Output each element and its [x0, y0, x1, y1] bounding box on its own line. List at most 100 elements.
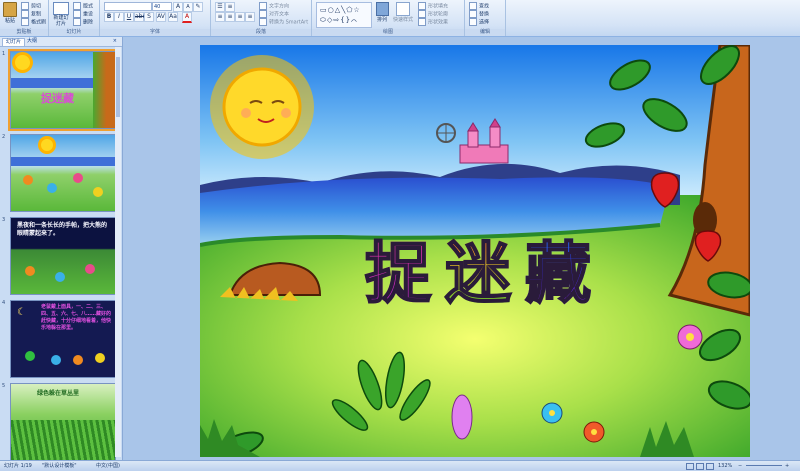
shapes-gallery[interactable]: ▭○△╲⬠☆ ⬭◇⇨{}⌒ — [316, 2, 372, 28]
grow-font-button[interactable]: A — [173, 2, 183, 12]
title-char-3: 藏 — [524, 220, 592, 316]
title-char-2: 迷 — [444, 220, 512, 316]
slide-canvas[interactable]: 捉 迷 藏 — [200, 45, 750, 457]
font-size-combo[interactable]: 40 — [152, 2, 172, 11]
align-center-button[interactable]: ≡ — [225, 12, 235, 22]
shape-outline-label: 形状轮廓 — [428, 11, 449, 18]
editing-group: 查找 替换 选择 编辑 — [465, 0, 506, 36]
animal-icon — [55, 272, 65, 282]
slide-thumbnail-3[interactable]: 黑夜和一条长长的手帕，把大熊的眼睛蒙起来了。 — [10, 217, 116, 295]
slide-thumbnail-1[interactable]: 捉迷藏 — [8, 49, 118, 131]
thumb-text: 绿色躲在草丛里 — [37, 390, 80, 397]
align-text-button[interactable]: 对齐文本 — [259, 10, 289, 18]
cut-label: 剪切 — [31, 3, 42, 10]
thumb-text: 老鼠戴上面具，一、二、三、四、五、六、七、八……藏好的赶快藏，十分仔细地看着，他… — [41, 304, 112, 331]
paste-button[interactable]: 粘贴 — [2, 2, 18, 28]
view-sorter-icon[interactable] — [696, 463, 704, 470]
sun-icon — [41, 139, 53, 151]
align-text-icon — [259, 10, 267, 18]
animal-icon — [85, 264, 95, 274]
font-color-button[interactable]: A — [182, 12, 192, 23]
thumb-text: 黑夜和一条长长的手帕，把大熊的眼睛蒙起来了。 — [17, 222, 108, 237]
delete-button[interactable]: 删除 — [73, 18, 93, 26]
cursor-icon — [469, 18, 477, 26]
shape-fill-button[interactable]: 形状填充 — [418, 2, 448, 10]
arrange-label: 排列 — [376, 17, 387, 23]
select-button[interactable]: 选择 — [469, 18, 489, 26]
slide-number: 5 — [2, 383, 6, 389]
find-label: 查找 — [479, 3, 490, 10]
layout-button[interactable]: 版式 — [73, 2, 93, 10]
panel-close-button[interactable]: × — [110, 38, 120, 45]
slide-thumbnail-2[interactable] — [10, 134, 116, 212]
bold-button[interactable]: B — [104, 12, 114, 22]
find-button[interactable]: 查找 — [469, 2, 489, 10]
shadow-button[interactable]: S — [144, 12, 154, 22]
align-right-button[interactable]: ≡ — [235, 12, 245, 22]
spacing-button[interactable]: AV — [156, 12, 166, 22]
font-name-combo[interactable] — [104, 2, 152, 11]
new-slide-label: 新建幻灯片 — [53, 15, 69, 27]
justify-button[interactable]: ≡ — [245, 12, 255, 22]
underline-button[interactable]: U — [124, 12, 134, 22]
status-bar: 幻灯片 1/19 "默认设计模板" 中文(中国) 132% − + — [0, 460, 800, 471]
shape-fill-label: 形状填充 — [428, 3, 449, 10]
bullets-button[interactable]: ☰ — [215, 2, 225, 12]
cut-button[interactable]: 剪切 — [21, 2, 41, 10]
replace-button[interactable]: 替换 — [469, 10, 489, 18]
font-group-label: 字体 — [100, 29, 210, 36]
arrange-button[interactable]: 排列 — [374, 2, 390, 23]
quick-styles-label: 快速样式 — [392, 17, 413, 23]
shrink-font-button[interactable]: A — [183, 2, 193, 12]
tree-icon — [93, 52, 115, 128]
change-case-button[interactable]: Aa — [168, 12, 178, 22]
format-painter-button[interactable]: 格式刷 — [21, 18, 46, 26]
thumb-title: 捉迷藏 — [41, 92, 74, 105]
slide-thumbnail-5[interactable]: 绿色躲在草丛里 — [10, 383, 116, 460]
fill-icon — [418, 2, 426, 10]
slideshow-icon[interactable] — [706, 463, 714, 470]
layout-label: 版式 — [83, 3, 94, 10]
copy-icon — [21, 10, 29, 18]
view-normal-icon[interactable] — [686, 463, 694, 470]
drawing-group-label: 绘图 — [312, 29, 464, 36]
numbering-button[interactable]: ≡ — [225, 2, 235, 12]
strikethrough-button[interactable]: abc — [134, 12, 146, 22]
slide-title[interactable]: 捉 迷 藏 — [364, 220, 605, 313]
tab-slides[interactable]: 幻灯片 — [2, 38, 26, 46]
clipboard-group: 粘贴 剪切 复制 格式刷 剪贴板 — [0, 0, 49, 36]
quick-styles-button[interactable]: 快速样式 — [392, 2, 414, 23]
scissors-icon — [21, 2, 29, 10]
delete-label: 删除 — [83, 19, 94, 26]
text-direction-button[interactable]: 文字方向 — [259, 2, 289, 10]
shapes-icon: ▭○△╲⬠☆ — [320, 6, 361, 14]
animal-icon — [51, 355, 61, 365]
reset-icon — [73, 10, 81, 18]
ribbon: 粘贴 剪切 复制 格式刷 剪贴板 新建幻灯片 版式 重设 删除 幻灯片 40 A… — [0, 0, 800, 37]
effects-icon — [418, 18, 426, 26]
paragraph-group-label: 段落 — [211, 29, 311, 36]
scroll-thumb[interactable] — [116, 57, 120, 117]
clear-format-button[interactable]: ✎ — [193, 2, 203, 12]
reset-button[interactable]: 重设 — [73, 10, 93, 18]
editing-group-label: 编辑 — [465, 29, 505, 36]
panel-scrollbar[interactable] — [115, 47, 121, 457]
shape-effects-label: 形状效果 — [428, 19, 449, 26]
slide-thumbnail-4[interactable]: ☾ 老鼠戴上面具，一、二、三、四、五、六、七、八……藏好的赶快藏，十分仔细地看着… — [10, 300, 116, 378]
brush-icon — [21, 18, 29, 26]
sun — [210, 55, 314, 159]
slide-number: 4 — [2, 300, 6, 306]
align-left-button[interactable]: ≡ — [215, 12, 225, 22]
slide-number: 3 — [2, 217, 6, 223]
italic-button[interactable]: I — [114, 12, 124, 22]
grass — [11, 420, 115, 460]
animal-icon — [73, 173, 83, 183]
convert-smartart-button[interactable]: 转换为 SmartArt — [259, 18, 308, 26]
zoom-slider[interactable] — [746, 465, 782, 466]
shape-effects-button[interactable]: 形状效果 — [418, 18, 448, 26]
tab-outline[interactable]: 大纲 — [24, 38, 40, 45]
new-slide-button[interactable]: 新建幻灯片 — [52, 2, 70, 27]
shape-outline-button[interactable]: 形状轮廓 — [418, 10, 448, 18]
copy-button[interactable]: 复制 — [21, 10, 41, 18]
copy-label: 复制 — [31, 11, 42, 18]
